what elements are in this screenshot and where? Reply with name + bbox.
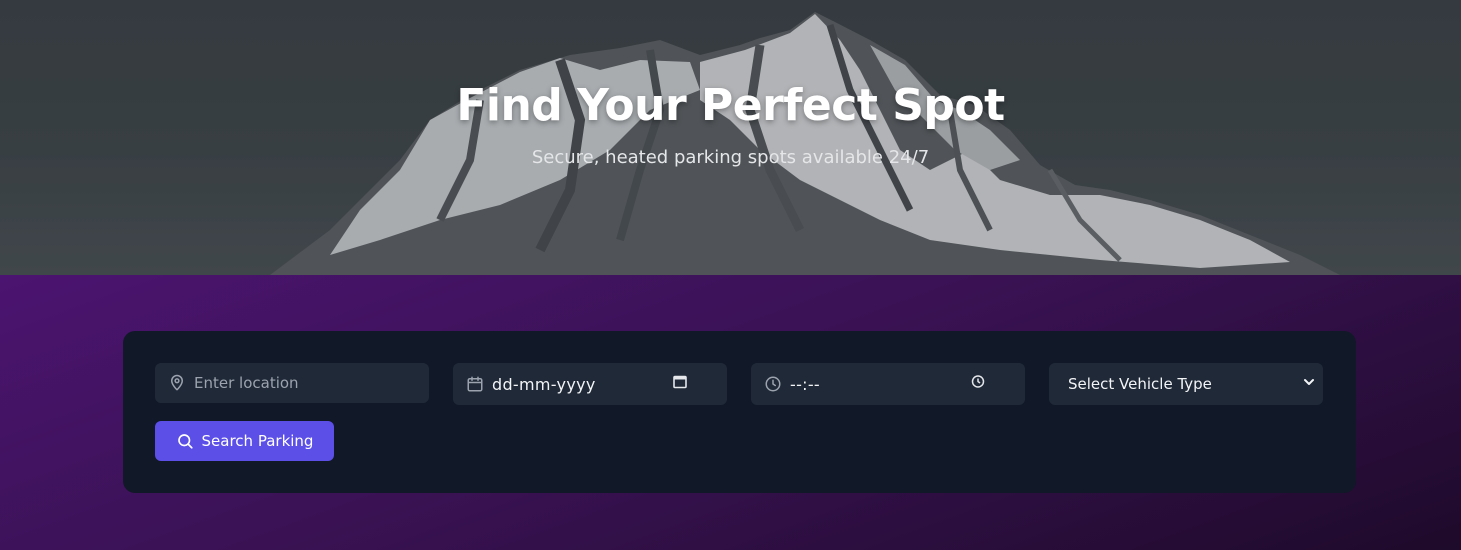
vehicle-type-selected: Select Vehicle Type [1068,375,1212,393]
search-icon [176,432,194,450]
vehicle-type-select[interactable]: Select Vehicle Type [1049,363,1323,405]
date-input[interactable]: dd-mm-yyyy [453,363,727,405]
search-section: Enter location dd-mm-yyyy --:-- Select V… [0,275,1461,550]
map-pin-icon [168,374,186,392]
search-card: Enter location dd-mm-yyyy --:-- Select V… [123,331,1356,493]
chevron-down-icon [1303,375,1315,393]
hero-overlay [0,0,1461,275]
search-button-label: Search Parking [201,432,314,450]
search-parking-button[interactable]: Search Parking [155,421,334,461]
time-input[interactable]: --:-- [751,363,1025,405]
time-picker-icon[interactable] [971,375,985,394]
date-value: dd-mm-yyyy [492,374,596,394]
date-picker-icon[interactable] [673,375,687,394]
clock-icon [764,375,782,393]
location-placeholder: Enter location [194,374,299,392]
hero-banner: Find Your Perfect Spot Secure, heated pa… [0,0,1461,275]
hero-title: Find Your Perfect Spot [456,80,1005,131]
location-input[interactable]: Enter location [155,363,429,403]
hero-subtitle: Secure, heated parking spots available 2… [531,147,930,168]
calendar-icon [466,375,484,393]
time-value: --:-- [790,374,820,394]
